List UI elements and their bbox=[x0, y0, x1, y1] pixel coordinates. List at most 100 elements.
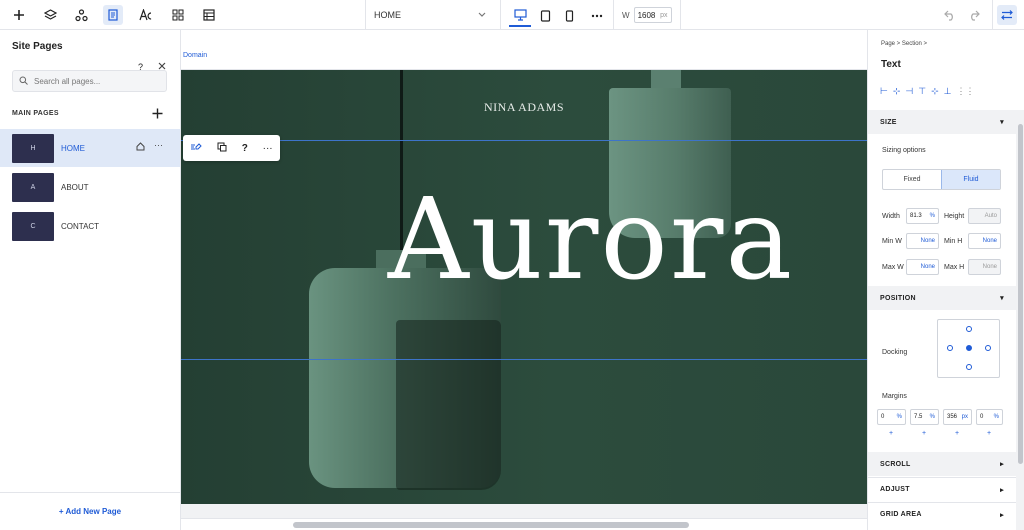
scroll-section-header[interactable]: SCROLL ▸ bbox=[868, 452, 1016, 476]
min-height-input[interactable]: None bbox=[968, 233, 1001, 249]
dock-bottom-icon[interactable] bbox=[966, 364, 972, 370]
help-icon[interactable]: ? bbox=[242, 143, 248, 154]
caret-down-icon: ▾ bbox=[1000, 295, 1004, 302]
dock-right-icon[interactable] bbox=[985, 345, 991, 351]
add-new-page-button[interactable]: + Add New Page bbox=[0, 492, 180, 530]
align-top-icon[interactable]: ⊤ bbox=[918, 86, 926, 97]
page-item-contact[interactable]: C CONTACT bbox=[0, 207, 180, 245]
margin-right-input[interactable]: 356 px bbox=[943, 409, 972, 425]
link-icon[interactable]: + bbox=[889, 430, 893, 437]
divider bbox=[500, 0, 501, 30]
lamp-shadow bbox=[396, 320, 501, 490]
max-height-input[interactable]: None bbox=[968, 259, 1001, 275]
duplicate-icon[interactable] bbox=[217, 142, 227, 155]
typography-icon[interactable] bbox=[136, 5, 156, 25]
margin-unit: px bbox=[961, 414, 968, 420]
width-label: Width bbox=[882, 213, 900, 220]
margin-bottom-input[interactable]: 0 % bbox=[976, 409, 1003, 425]
page-thumbnail: C bbox=[12, 211, 54, 241]
align-bottom-icon[interactable]: ⊥ bbox=[944, 86, 952, 97]
horizontal-scrollbar[interactable] bbox=[181, 518, 867, 530]
brand-text[interactable]: NINA ADAMS bbox=[181, 100, 867, 115]
distribute-icon[interactable]: ⋮⋮ bbox=[956, 86, 974, 97]
width-input[interactable]: 1608 px bbox=[633, 7, 672, 23]
caret-right-icon: ▸ bbox=[1000, 511, 1004, 519]
caret-down-icon: ▾ bbox=[1000, 119, 1004, 126]
editor-canvas: Domain NINA ADAMS Aurora ? ··· bbox=[181, 30, 867, 530]
dock-top-icon[interactable] bbox=[966, 326, 972, 332]
margin-value: 7.5 bbox=[914, 414, 923, 420]
link-icon[interactable]: + bbox=[987, 430, 991, 437]
height-input[interactable]: Auto bbox=[968, 208, 1001, 224]
width-input[interactable]: 81.3 % bbox=[906, 208, 939, 224]
more-options-icon[interactable]: ··· bbox=[154, 140, 163, 150]
margin-top-input[interactable]: 7.5 % bbox=[910, 409, 939, 425]
caret-right-icon: ▸ bbox=[1000, 461, 1004, 468]
align-left-icon[interactable]: ⊢ bbox=[880, 86, 888, 97]
min-width-input[interactable]: None bbox=[906, 233, 939, 249]
settings-panel-icon[interactable] bbox=[997, 5, 1017, 25]
align-center-icon[interactable]: ⊹ bbox=[893, 86, 901, 97]
pages-icon[interactable] bbox=[103, 5, 123, 25]
link-icon[interactable]: + bbox=[922, 430, 926, 437]
max-width-input[interactable]: None bbox=[906, 259, 939, 275]
add-icon[interactable] bbox=[9, 5, 29, 25]
width-label: W bbox=[622, 10, 630, 20]
alignment-toolbar: ⊢ ⊹ ⊣ ⊤ ⊹ ⊥ ⋮⋮ bbox=[880, 86, 974, 97]
size-section-header[interactable]: SIZE ▾ bbox=[868, 110, 1016, 134]
page-item-home[interactable]: H HOME ··· bbox=[0, 129, 180, 167]
dock-center-icon[interactable] bbox=[966, 345, 972, 351]
margin-unit: % bbox=[993, 414, 999, 420]
undo-icon[interactable] bbox=[940, 5, 960, 25]
layers-icon[interactable] bbox=[40, 5, 60, 25]
link-icon[interactable]: + bbox=[955, 430, 959, 437]
margin-left-input[interactable]: 0 % bbox=[877, 409, 906, 425]
components-icon[interactable] bbox=[71, 5, 91, 25]
element-toolbar: ? ··· bbox=[183, 135, 280, 161]
mobile-view-icon[interactable] bbox=[558, 5, 580, 27]
more-options-icon[interactable]: ··· bbox=[263, 143, 273, 154]
hero-section[interactable]: NINA ADAMS Aurora ? ··· bbox=[181, 70, 867, 504]
max-width-value: None bbox=[920, 264, 935, 270]
page-item-about[interactable]: A ABOUT bbox=[0, 168, 180, 206]
page-select[interactable]: HOME bbox=[366, 5, 494, 25]
divider bbox=[992, 0, 993, 30]
margin-unit: % bbox=[896, 414, 902, 420]
fixed-option[interactable]: Fixed bbox=[883, 170, 941, 189]
add-page-icon[interactable] bbox=[152, 106, 163, 122]
headline-text[interactable]: Aurora bbox=[341, 170, 841, 310]
width-value: 81.3 bbox=[910, 213, 922, 219]
align-right-icon[interactable]: ⊣ bbox=[905, 86, 913, 97]
more-options-icon[interactable] bbox=[586, 5, 608, 27]
table-icon[interactable] bbox=[199, 5, 219, 25]
docking-control bbox=[937, 319, 1000, 378]
width-unit: % bbox=[929, 213, 935, 219]
margins-label: Margins bbox=[882, 393, 907, 400]
desktop-view-icon[interactable] bbox=[509, 5, 531, 27]
adjust-section-header[interactable]: ADJUST ▸ bbox=[868, 477, 1016, 501]
margin-value: 0 bbox=[980, 414, 984, 420]
redo-icon[interactable] bbox=[964, 5, 984, 25]
page-thumbnail: H bbox=[12, 133, 54, 163]
max-height-value: None bbox=[982, 264, 997, 270]
breadcrumb[interactable]: Page > Section > bbox=[881, 41, 927, 47]
sizing-toggle: Fixed Fluid bbox=[882, 169, 1001, 190]
width-value: 1608 bbox=[637, 10, 656, 20]
scrollbar-thumb[interactable] bbox=[1018, 124, 1023, 464]
dock-left-icon[interactable] bbox=[947, 345, 953, 351]
divider bbox=[613, 0, 614, 30]
position-section-header[interactable]: POSITION ▾ bbox=[868, 286, 1016, 310]
edit-text-icon[interactable] bbox=[190, 142, 203, 155]
page-select-value: HOME bbox=[374, 10, 401, 20]
vertical-scrollbar[interactable] bbox=[1016, 110, 1024, 530]
search-input[interactable]: Search all pages... bbox=[12, 70, 167, 92]
tablet-view-icon[interactable] bbox=[534, 5, 556, 27]
align-middle-icon[interactable]: ⊹ bbox=[931, 86, 939, 97]
panel-header: Site Pages bbox=[0, 30, 180, 62]
fluid-option[interactable]: Fluid bbox=[941, 170, 1000, 189]
domain-link[interactable]: Domain bbox=[183, 52, 207, 59]
page-label: HOME bbox=[61, 143, 85, 153]
grid-icon[interactable] bbox=[168, 5, 188, 25]
scrollbar-thumb[interactable] bbox=[293, 522, 689, 528]
grid-area-section-header[interactable]: GRID AREA ▸ bbox=[868, 502, 1016, 526]
